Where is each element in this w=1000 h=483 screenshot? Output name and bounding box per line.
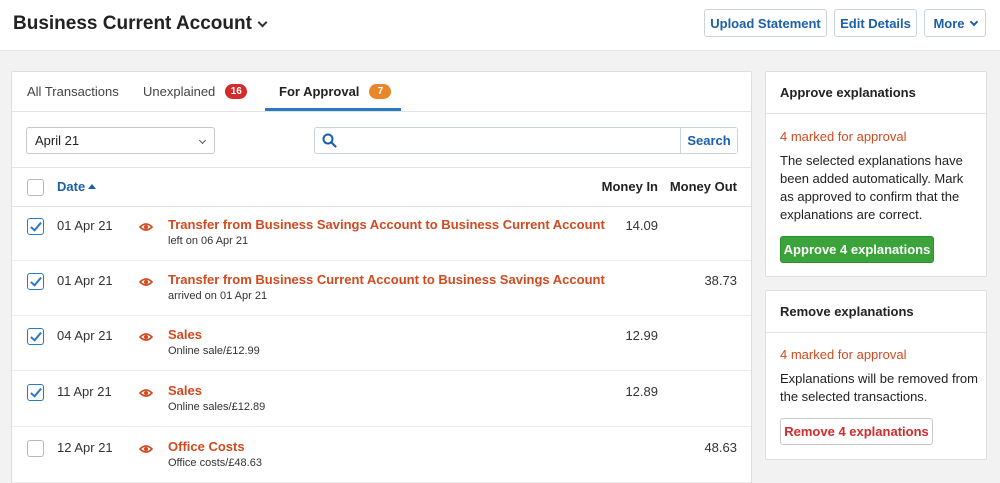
transaction-date: 04 Apr 21	[57, 328, 113, 343]
transaction-date: 01 Apr 21	[57, 273, 113, 288]
date-header-label: Date	[57, 179, 86, 194]
tab-all-transactions[interactable]: All Transactions	[27, 72, 119, 111]
transactions-panel: All Transactions Unexplained 16 For Appr…	[11, 71, 752, 483]
marked-count-text: 4 marked for approval	[780, 129, 907, 144]
approval-count-badge: 7	[369, 84, 392, 99]
eye-icon[interactable]	[138, 386, 154, 401]
card-title: Remove explanations	[766, 291, 986, 333]
transaction-date: 11 Apr 21	[57, 384, 112, 399]
tab-for-approval[interactable]: For Approval 7	[279, 72, 392, 111]
search-bar: Search	[314, 127, 738, 154]
more-button[interactable]: More	[924, 9, 986, 37]
chevron-down-icon	[257, 17, 268, 27]
money-in-column-header: Money In	[601, 179, 658, 194]
marked-count-text: 4 marked for approval	[780, 347, 907, 362]
transaction-detail: arrived on 01 Apr 21	[168, 290, 268, 302]
row-checkbox[interactable]	[27, 218, 44, 235]
select-all-checkbox[interactable]	[27, 179, 44, 196]
table-row: 04 Apr 21 Sales Online sale/£12.99 12.99	[12, 316, 751, 371]
remove-description: Explanations will be removed from the se…	[780, 371, 978, 404]
upload-statement-button[interactable]: Upload Statement	[704, 9, 827, 37]
tab-label: For Approval	[279, 84, 360, 99]
transaction-description[interactable]: Transfer from Business Savings Account t…	[168, 217, 605, 232]
money-out-column-header: Money Out	[669, 179, 737, 194]
money-out-value: 38.73	[704, 273, 737, 288]
page-title: Business Current Account	[13, 13, 252, 34]
search-input[interactable]	[343, 128, 680, 153]
row-checkbox[interactable]	[27, 273, 44, 290]
table-row: 01 Apr 21 Transfer from Business Current…	[12, 261, 751, 316]
sort-ascending-icon	[88, 184, 97, 189]
row-checkbox[interactable]	[27, 328, 44, 345]
month-select-value: April 21	[35, 133, 80, 148]
money-in-value: 12.99	[625, 328, 658, 343]
date-column-header[interactable]: Date	[57, 179, 97, 194]
row-checkbox[interactable]	[27, 384, 44, 401]
edit-details-button[interactable]: Edit Details	[834, 9, 917, 37]
transaction-description[interactable]: Sales	[168, 383, 202, 398]
approve-description: The selected explanations have been adde…	[780, 153, 964, 222]
chevron-down-icon	[198, 136, 207, 145]
month-select[interactable]: April 21	[26, 127, 215, 154]
eye-icon[interactable]	[138, 442, 154, 457]
transaction-description[interactable]: Office Costs	[168, 439, 245, 454]
tab-divider	[12, 111, 751, 112]
remove-explanations-card: Remove explanations 4 marked for approva…	[765, 290, 987, 460]
transaction-detail: Online sale/£12.99	[168, 345, 260, 357]
search-icon	[315, 128, 343, 153]
approve-explanations-card: Approve explanations 4 marked for approv…	[765, 71, 987, 277]
eye-icon[interactable]	[138, 275, 154, 290]
money-in-value: 12.89	[625, 384, 658, 399]
money-in-value: 14.09	[625, 218, 658, 233]
approve-explanations-button[interactable]: Approve 4 explanations	[780, 236, 934, 263]
chevron-down-icon	[969, 17, 978, 26]
row-checkbox[interactable]	[27, 440, 44, 457]
unexplained-count-badge: 16	[225, 84, 248, 99]
transaction-date: 01 Apr 21	[57, 218, 113, 233]
transaction-detail: Online sales/£12.89	[168, 401, 266, 413]
transaction-date: 12 Apr 21	[57, 440, 113, 455]
transaction-detail: left on 06 Apr 21	[168, 235, 249, 247]
tab-unexplained[interactable]: Unexplained 16	[143, 72, 248, 111]
transaction-detail: Office costs/£48.63	[168, 457, 262, 469]
table-row: 11 Apr 21 Sales Online sales/£12.89 12.8…	[12, 372, 751, 427]
money-out-value: 48.63	[704, 440, 737, 455]
filter-divider	[12, 167, 751, 168]
transaction-description[interactable]: Sales	[168, 327, 202, 342]
table-row: 01 Apr 21 Transfer from Business Savings…	[12, 206, 751, 261]
eye-icon[interactable]	[138, 330, 154, 345]
card-title: Approve explanations	[766, 72, 986, 114]
eye-icon[interactable]	[138, 220, 154, 235]
transaction-description[interactable]: Transfer from Business Current Account t…	[168, 272, 605, 287]
remove-explanations-button[interactable]: Remove 4 explanations	[780, 418, 933, 445]
search-button[interactable]: Search	[680, 128, 737, 153]
tab-label: Unexplained	[143, 84, 216, 99]
tab-label: All Transactions	[27, 84, 119, 99]
account-selector[interactable]: Business Current Account	[13, 13, 268, 35]
top-bar: Business Current Account Upload Statemen…	[0, 0, 1000, 51]
table-row: 12 Apr 21 Office Costs Office costs/£48.…	[12, 428, 751, 483]
more-label: More	[933, 15, 965, 31]
